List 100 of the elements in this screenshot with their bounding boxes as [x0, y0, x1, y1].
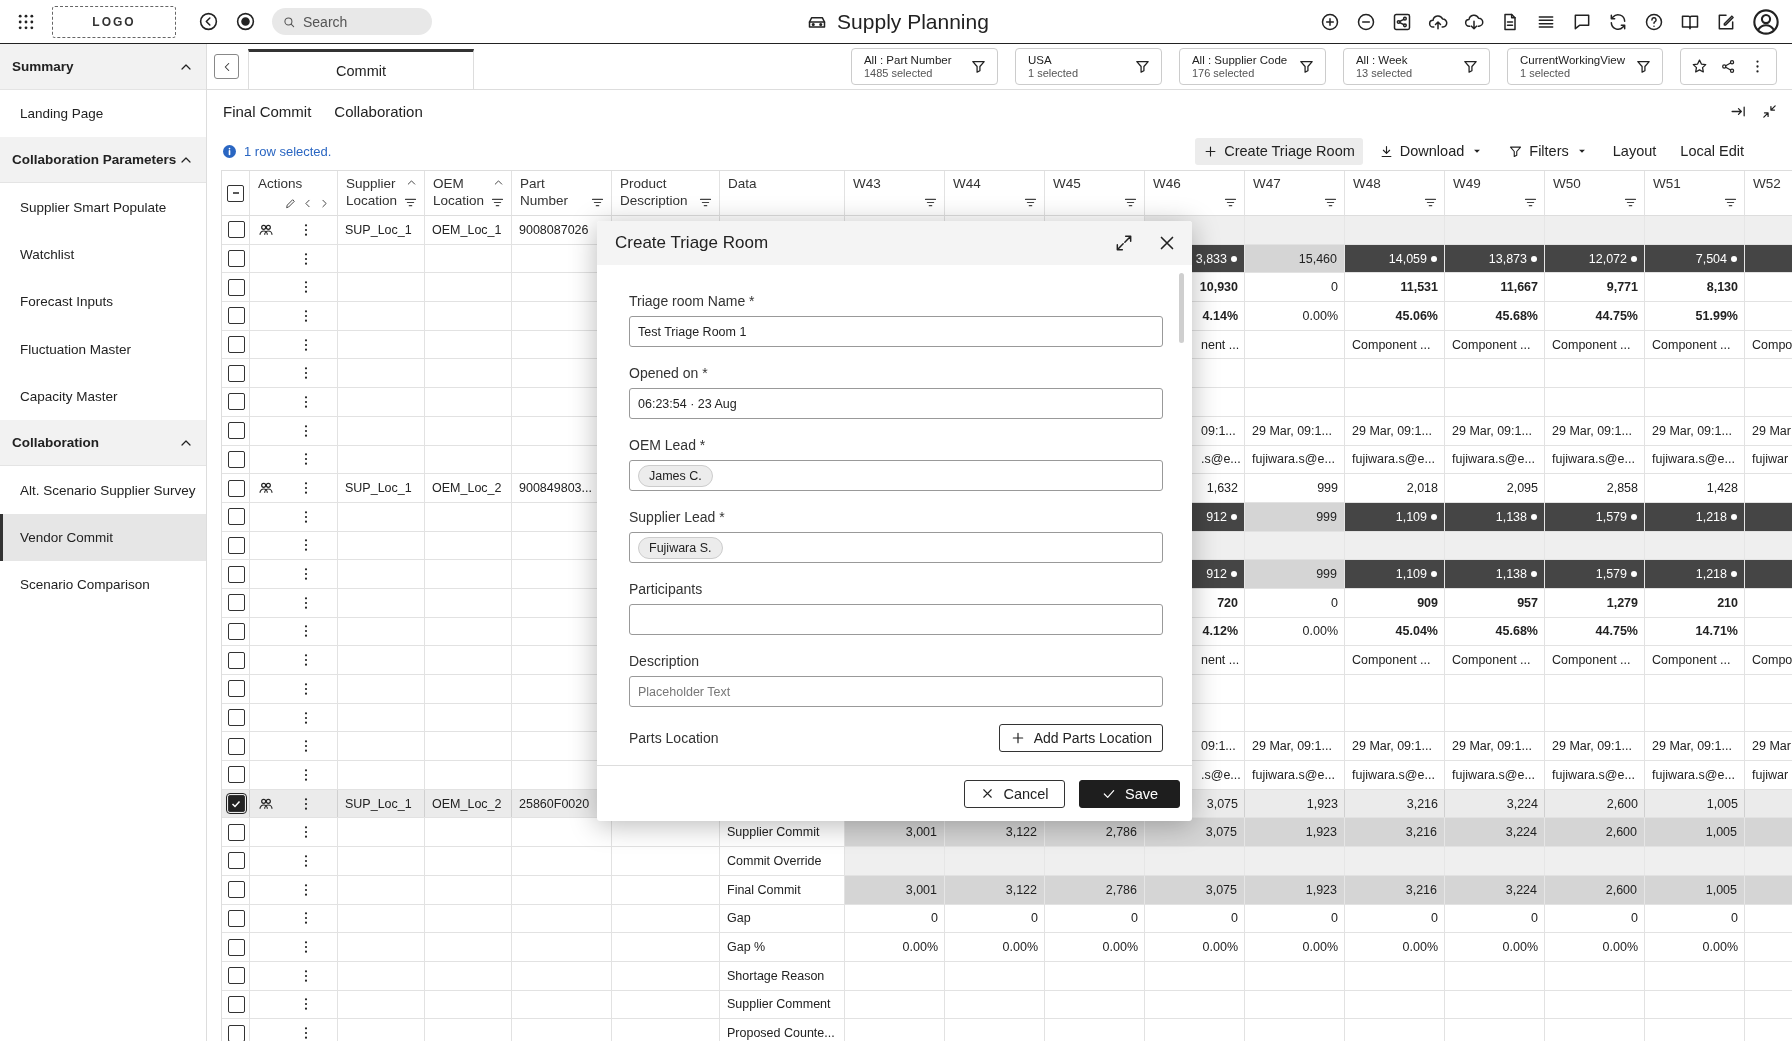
- column-header[interactable]: W45: [1045, 171, 1145, 216]
- selected-chip[interactable]: Fujiwara S.: [638, 536, 723, 559]
- filter-chip[interactable]: All : Supplier Code 176 selected: [1178, 48, 1326, 85]
- text-field[interactable]: Placeholder Text: [629, 676, 1163, 707]
- row-checkbox[interactable]: [227, 422, 245, 440]
- sidebar-item[interactable]: Watchlist: [0, 230, 206, 279]
- table-cell-text: 14.71%: [1694, 623, 1739, 641]
- row-checkbox[interactable]: [227, 622, 245, 640]
- sidebar-item[interactable]: Alt. Scenario Supplier Survey: [0, 466, 206, 514]
- row-checkbox[interactable]: [227, 364, 245, 382]
- row-checkbox[interactable]: [227, 795, 245, 813]
- column-header[interactable]: Data: [720, 171, 845, 216]
- row-checkbox[interactable]: [227, 1024, 245, 1041]
- row-checkbox[interactable]: [227, 221, 245, 239]
- column-header[interactable]: Product Description: [612, 171, 720, 216]
- row-checkbox[interactable]: [227, 508, 245, 526]
- collapse-button[interactable]: [214, 54, 239, 79]
- section-header[interactable]: Summary: [0, 44, 206, 90]
- column-header[interactable]: Supplier Location: [338, 171, 425, 216]
- row-checkbox[interactable]: [227, 307, 245, 325]
- row-checkbox[interactable]: [227, 737, 245, 755]
- toolbar-button[interactable]: Local Edit: [1672, 137, 1752, 165]
- sidebar-item[interactable]: Supplier Smart Populate: [0, 183, 206, 231]
- row-checkbox[interactable]: [227, 450, 245, 468]
- text-field[interactable]: [629, 604, 1163, 635]
- scrollbar[interactable]: [1179, 273, 1184, 343]
- toolbar-button[interactable]: Download: [1370, 137, 1493, 165]
- column-header[interactable]: OEM Location: [425, 171, 512, 216]
- view-link[interactable]: Collaboration: [334, 102, 423, 120]
- text-field[interactable]: Test Triage Room 1: [629, 316, 1163, 347]
- select-all-checkbox[interactable]: [227, 184, 244, 202]
- filter-chip[interactable]: All : Week 13 selected: [1342, 48, 1490, 85]
- filter-chip[interactable]: USA 1 selected: [1014, 48, 1162, 85]
- row-checkbox[interactable]: [227, 336, 245, 354]
- filter-chip[interactable]: CurrentWorkingView 1 selected: [1506, 48, 1663, 85]
- row-checkbox[interactable]: [227, 967, 245, 985]
- toolbar-button[interactable]: Layout: [1604, 137, 1665, 165]
- select-field[interactable]: James C.: [629, 460, 1163, 491]
- column-header[interactable]: Part Number: [512, 171, 612, 216]
- selected-chip[interactable]: James C.: [638, 464, 713, 487]
- table-cell-text: fujiwara.s@e...: [1551, 766, 1636, 784]
- row-checkbox[interactable]: [227, 651, 245, 669]
- row-checkbox[interactable]: [227, 536, 245, 554]
- share-icon[interactable]: [1720, 58, 1737, 75]
- row-checkbox[interactable]: [227, 766, 245, 784]
- refresh-icon[interactable]: [1608, 11, 1628, 32]
- sidebar-item[interactable]: Fluctuation Master: [0, 325, 206, 373]
- add-icon[interactable]: [1320, 11, 1340, 32]
- row-checkbox[interactable]: [227, 852, 245, 870]
- star-icon[interactable]: [1691, 58, 1708, 75]
- sidebar-item[interactable]: Forecast Inputs: [0, 278, 206, 326]
- row-checkbox[interactable]: [227, 393, 245, 411]
- row-checkbox[interactable]: [227, 709, 245, 727]
- back-icon[interactable]: [198, 11, 219, 32]
- share-icon[interactable]: [1392, 11, 1412, 32]
- row-checkbox[interactable]: [227, 938, 245, 956]
- sidebar-item[interactable]: Capacity Master: [0, 372, 206, 421]
- tab[interactable]: Commit: [248, 49, 474, 89]
- cancel-button[interactable]: Cancel: [964, 779, 1065, 808]
- row-checkbox[interactable]: [227, 680, 245, 698]
- dialog-title: Create Triage Room: [615, 233, 770, 253]
- section-header[interactable]: Collaboration Parameters: [0, 137, 206, 184]
- table-cell-text: fujiwara.s@e...: [1651, 766, 1736, 784]
- toolbar-button[interactable]: Filters: [1500, 137, 1597, 165]
- view-link[interactable]: Final Commit: [223, 102, 312, 120]
- row-checkbox[interactable]: [227, 823, 245, 841]
- expand-icon[interactable]: [1114, 233, 1134, 253]
- sidebar-item[interactable]: Scenario Comparison: [0, 561, 206, 609]
- compress-icon[interactable]: [1761, 102, 1778, 120]
- row-checkbox[interactable]: [227, 565, 245, 583]
- row-checkbox[interactable]: [227, 278, 245, 296]
- toolbar-button[interactable]: Create Triage Room: [1195, 137, 1363, 165]
- table-cell-text: Gap %: [726, 939, 767, 957]
- row-checkbox[interactable]: [227, 995, 245, 1013]
- table-cell-text: 0: [1030, 910, 1039, 928]
- row-checkbox[interactable]: [227, 909, 245, 927]
- add-button[interactable]: Add Parts Location: [998, 724, 1163, 752]
- row-checkbox[interactable]: [227, 594, 245, 612]
- user-icon[interactable]: [1752, 7, 1780, 36]
- select-field[interactable]: Fujiwara S.: [629, 532, 1163, 563]
- field-label: Participants: [629, 580, 703, 598]
- filter-chip[interactable]: All : Part Number 1485 selected: [850, 48, 998, 85]
- text-field[interactable]: 06:23:54 · 23 Aug: [629, 388, 1163, 419]
- row-checkbox[interactable]: [227, 250, 245, 268]
- sidebar-item[interactable]: Vendor Commit: [0, 513, 206, 562]
- download-icon[interactable]: [1464, 11, 1484, 32]
- row-checkbox[interactable]: [227, 881, 245, 899]
- row-checkbox[interactable]: [227, 479, 245, 497]
- pencil-icon[interactable]: [284, 197, 297, 210]
- table-cell-text: 0: [1330, 279, 1339, 297]
- column-header[interactable]: W44: [945, 171, 1045, 216]
- column-header[interactable]: W43: [845, 171, 945, 216]
- section-header[interactable]: Collaboration: [0, 420, 206, 467]
- remove-icon[interactable]: [1356, 11, 1376, 32]
- funnel-icon: [1297, 58, 1315, 75]
- help-icon[interactable]: [1644, 11, 1664, 32]
- sidebar-item[interactable]: Landing Page: [0, 90, 206, 138]
- search-field[interactable]: Search: [272, 8, 432, 35]
- record-icon[interactable]: [235, 11, 256, 32]
- save-button[interactable]: Save: [1079, 779, 1180, 808]
